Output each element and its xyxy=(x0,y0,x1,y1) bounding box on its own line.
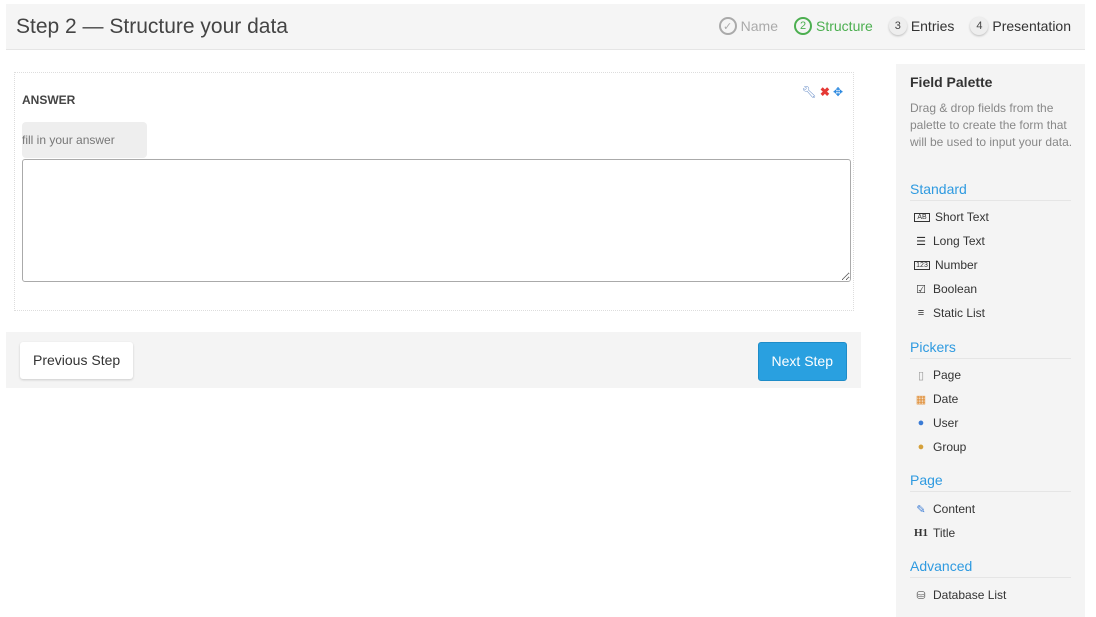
item-label: Number xyxy=(935,258,978,272)
palette-description: Drag & drop fields from the palette to c… xyxy=(910,101,1073,149)
palette-item-date[interactable]: ▦ Date xyxy=(914,392,959,406)
item-label: Boolean xyxy=(933,282,978,296)
short-text-icon: AB xyxy=(914,212,930,222)
item-label: Title xyxy=(933,526,956,540)
palette-item-number[interactable]: 123 Number xyxy=(914,258,978,272)
item-label: Content xyxy=(933,502,976,516)
section-advanced: Advanced xyxy=(910,558,1071,578)
move-icon[interactable]: ✥ xyxy=(833,85,843,99)
step-number: 4 xyxy=(970,17,989,35)
page-icon: ▯ xyxy=(917,369,925,382)
calendar-icon: ▦ xyxy=(915,393,927,406)
palette-item-title[interactable]: H1 Title xyxy=(914,526,955,540)
item-label: Date xyxy=(933,392,959,406)
previous-step-button[interactable]: Previous Step xyxy=(20,342,134,379)
item-label: Group xyxy=(933,440,967,454)
step-entries[interactable]: 3 Entries xyxy=(888,17,955,35)
step-number: 3 xyxy=(888,17,907,35)
item-label: User xyxy=(933,416,959,430)
next-step-button[interactable]: Next Step xyxy=(757,342,847,381)
item-label: Short Text xyxy=(935,210,989,224)
item-label: Database List xyxy=(933,588,1007,602)
long-text-icon: ☰ xyxy=(916,235,926,248)
step-structure[interactable]: 2 Structure xyxy=(794,17,873,35)
number-icon: 123 xyxy=(914,260,930,270)
check-icon: ✓ xyxy=(718,17,737,35)
palette-item-long-text[interactable]: ☰ Long Text xyxy=(914,234,985,248)
content-icon: ✎ xyxy=(916,503,926,516)
step-label: Presentation xyxy=(992,18,1071,34)
palette-item-user[interactable]: ● User xyxy=(914,416,959,430)
palette-title: Field Palette xyxy=(910,74,993,90)
item-label: Long Text xyxy=(933,234,985,248)
palette-item-static-list[interactable]: ≡ Static List xyxy=(914,306,985,320)
palette-item-short-text[interactable]: AB Short Text xyxy=(914,210,989,224)
field-palette: Field Palette Drag & drop fields from th… xyxy=(896,64,1085,617)
group-icon: ● xyxy=(917,441,925,453)
step-label: Name xyxy=(740,18,778,34)
wrench-icon[interactable]: 🔧︎ xyxy=(802,85,817,99)
checkbox-icon: ☑ xyxy=(916,283,926,296)
step-number: 2 xyxy=(794,17,812,35)
palette-item-database-list[interactable]: ⛁ Database List xyxy=(914,588,1006,602)
palette-item-page[interactable]: ▯ Page xyxy=(914,368,961,382)
user-icon: ● xyxy=(917,417,925,429)
palette-item-content[interactable]: ✎ Content xyxy=(914,502,975,516)
page-title: Step 2 — Structure your data xyxy=(16,15,288,38)
item-label: Page xyxy=(933,368,962,382)
section-pickers: Pickers xyxy=(910,339,1071,359)
item-label: Static List xyxy=(933,306,986,320)
placeholder-input[interactable]: fill in your answer xyxy=(22,122,147,158)
step-label: Entries xyxy=(910,18,955,34)
answer-field: ANSWER 🔧︎ ✖ ✥ fill in your answer xyxy=(14,72,854,311)
delete-icon[interactable]: ✖ xyxy=(820,85,830,99)
section-standard: Standard xyxy=(910,181,1071,201)
section-page: Page xyxy=(910,472,1071,492)
heading-icon: H1 xyxy=(914,527,929,539)
answer-textarea[interactable] xyxy=(22,159,851,282)
step-name[interactable]: ✓ Name xyxy=(718,17,778,35)
step-nav: ✓ Name 2 Structure 3 Entries 4 Presentation xyxy=(718,17,1071,35)
palette-item-boolean[interactable]: ☑ Boolean xyxy=(914,282,977,296)
database-icon: ⛁ xyxy=(916,589,926,602)
step-footer: Previous Step Next Step xyxy=(6,332,861,388)
step-label: Structure xyxy=(816,18,873,34)
palette-item-group[interactable]: ● Group xyxy=(914,440,967,454)
list-icon: ≡ xyxy=(917,307,925,319)
step-presentation[interactable]: 4 Presentation xyxy=(970,17,1071,35)
field-label: ANSWER xyxy=(22,93,76,107)
step-header: Step 2 — Structure your data ✓ Name 2 Stru… xyxy=(6,4,1085,50)
